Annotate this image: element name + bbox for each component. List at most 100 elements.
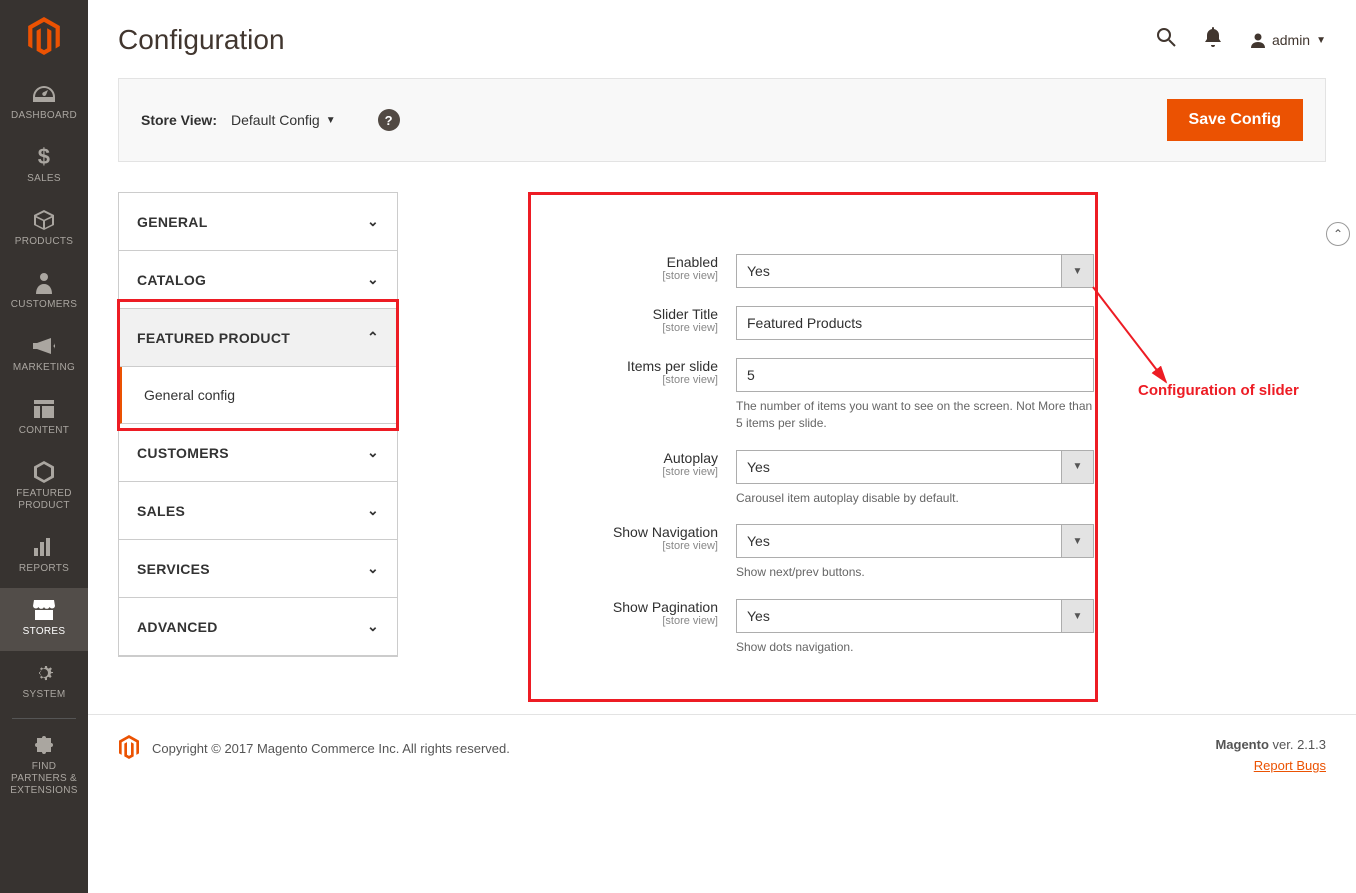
- nav-find-partners[interactable]: FIND PARTNERS & EXTENSIONS: [0, 723, 88, 810]
- footer-right: Magento ver. 2.1.3 Report Bugs: [1215, 735, 1326, 777]
- help-icon[interactable]: ?: [378, 109, 400, 131]
- nav-featured-product[interactable]: FEATURED PRODUCT: [0, 450, 88, 525]
- field-scope: [store view]: [436, 615, 718, 627]
- field-note: The number of items you want to see on t…: [736, 398, 1094, 432]
- chevron-down-icon: ⌄: [367, 271, 379, 288]
- main-content: Configuration admin ▼ Store View: Defaul…: [88, 0, 1356, 893]
- nav-separator: [12, 718, 76, 719]
- gauge-icon: [33, 82, 55, 106]
- show-navigation-select[interactable]: Yes ▼: [736, 524, 1094, 558]
- tab-label: GENERAL: [137, 214, 208, 230]
- chevron-up-icon: ⌃: [367, 329, 379, 346]
- hexagon-icon: [34, 460, 54, 484]
- nav-reports[interactable]: REPORTS: [0, 525, 88, 588]
- page-title: Configuration: [118, 24, 285, 56]
- chevron-down-icon: ⌄: [367, 213, 379, 230]
- nav-dashboard[interactable]: DASHBOARD: [0, 72, 88, 135]
- chevron-down-icon: ⌄: [367, 444, 379, 461]
- nav-label: FIND PARTNERS & EXTENSIONS: [4, 761, 84, 797]
- magento-logo[interactable]: [0, 0, 88, 72]
- tab-sales[interactable]: SALES ⌄: [119, 482, 397, 540]
- header-actions: admin ▼: [1156, 27, 1326, 53]
- field-scope: [store view]: [436, 540, 718, 552]
- field-label: Slider Title: [436, 306, 718, 322]
- tab-advanced[interactable]: ADVANCED ⌄: [119, 598, 397, 656]
- nav-customers[interactable]: CUSTOMERS: [0, 261, 88, 324]
- nav-label: CUSTOMERS: [11, 299, 77, 311]
- cube-icon: [34, 208, 54, 232]
- nav-system[interactable]: SYSTEM: [0, 651, 88, 714]
- select-value: Yes: [737, 451, 1061, 483]
- nav-sales[interactable]: $ SALES: [0, 135, 88, 198]
- page-header: Configuration admin ▼: [88, 0, 1356, 78]
- search-icon[interactable]: [1156, 27, 1176, 53]
- slider-title-input[interactable]: [736, 306, 1094, 340]
- items-per-slide-input[interactable]: [736, 358, 1094, 392]
- chevron-down-icon: ⌄: [367, 502, 379, 519]
- field-scope: [store view]: [436, 466, 718, 478]
- magento-logo-icon: [27, 17, 61, 55]
- nav-content[interactable]: CONTENT: [0, 387, 88, 450]
- nav-marketing[interactable]: MARKETING: [0, 324, 88, 387]
- tab-general[interactable]: GENERAL ⌄: [119, 193, 397, 251]
- tab-featured-product[interactable]: FEATURED PRODUCT ⌃: [119, 309, 397, 367]
- field-scope: [store view]: [436, 322, 718, 334]
- subtab-label: General config: [144, 387, 235, 403]
- magento-logo-icon: [118, 735, 140, 762]
- collapse-section-button[interactable]: ⌃: [1326, 222, 1350, 246]
- config-tabs: GENERAL ⌄ CATALOG ⌄ FEATURED PRODUCT ⌃ G…: [118, 192, 398, 657]
- select-value: Yes: [737, 255, 1061, 287]
- nav-label: FEATURED PRODUCT: [4, 488, 84, 512]
- tab-label: CATALOG: [137, 272, 206, 288]
- nav-stores[interactable]: STORES: [0, 588, 88, 651]
- user-icon: [1250, 32, 1266, 48]
- store-view-value: Default Config: [231, 112, 320, 128]
- select-value: Yes: [737, 525, 1061, 557]
- footer-version: ver. 2.1.3: [1273, 737, 1326, 752]
- report-bugs-link[interactable]: Report Bugs: [1254, 758, 1326, 773]
- megaphone-icon: [33, 334, 55, 358]
- field-note: Show dots navigation.: [736, 639, 1094, 656]
- tab-label: SALES: [137, 503, 185, 519]
- caret-down-icon: ▼: [326, 115, 336, 126]
- caret-down-icon: ▼: [1061, 525, 1093, 557]
- tab-customers[interactable]: CUSTOMERS ⌄: [119, 424, 397, 482]
- store-view-label: Store View:: [141, 112, 217, 128]
- show-pagination-select[interactable]: Yes ▼: [736, 599, 1094, 633]
- field-label: Autoplay: [436, 450, 718, 466]
- admin-user-menu[interactable]: admin ▼: [1250, 32, 1326, 48]
- nav-label: SALES: [27, 173, 61, 185]
- chevron-down-icon: ⌄: [367, 560, 379, 577]
- puzzle-icon: [34, 733, 54, 757]
- tab-catalog[interactable]: CATALOG ⌄: [119, 251, 397, 309]
- subtab-general-config[interactable]: General config: [119, 367, 397, 424]
- caret-down-icon: ▼: [1061, 255, 1093, 287]
- store-view-switcher[interactable]: Default Config ▼: [231, 112, 336, 128]
- save-config-button[interactable]: Save Config: [1167, 99, 1303, 141]
- field-scope: [store view]: [436, 270, 718, 282]
- nav-label: MARKETING: [13, 362, 75, 374]
- gear-icon: [34, 661, 54, 685]
- bell-icon[interactable]: [1204, 27, 1222, 53]
- layout-icon: [34, 397, 54, 421]
- field-scope: [store view]: [436, 374, 718, 386]
- slider-config-form: Enabled [store view] Yes ▼ Slider Title …: [436, 254, 1286, 656]
- nav-label: DASHBOARD: [11, 110, 77, 122]
- caret-down-icon: ▼: [1061, 451, 1093, 483]
- store-view-toolbar: Store View: Default Config ▼ ? Save Conf…: [118, 78, 1326, 162]
- field-label: Enabled: [436, 254, 718, 270]
- autoplay-select[interactable]: Yes ▼: [736, 450, 1094, 484]
- enabled-select[interactable]: Yes ▼: [736, 254, 1094, 288]
- copyright-text: Copyright © 2017 Magento Commerce Inc. A…: [152, 741, 510, 756]
- footer-brand: Magento: [1215, 737, 1268, 752]
- caret-down-icon: ▼: [1061, 600, 1093, 632]
- storefront-icon: [33, 598, 55, 622]
- tab-services[interactable]: SERVICES ⌄: [119, 540, 397, 598]
- dollar-icon: $: [38, 145, 51, 169]
- field-show-pagination: Show Pagination [store view] Yes ▼ Show …: [436, 599, 1286, 656]
- nav-products[interactable]: PRODUCTS: [0, 198, 88, 261]
- nav-label: PRODUCTS: [15, 236, 74, 248]
- tab-label: CUSTOMERS: [137, 445, 229, 461]
- person-icon: [36, 271, 52, 295]
- tab-label: FEATURED PRODUCT: [137, 330, 290, 346]
